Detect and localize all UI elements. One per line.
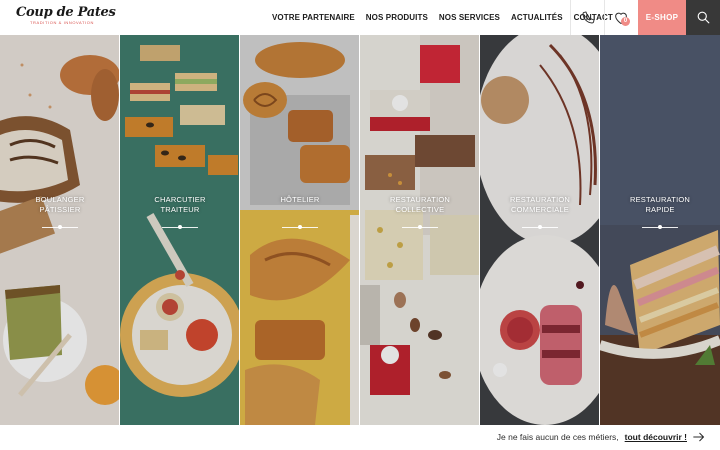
arrow-right-icon[interactable] — [693, 432, 705, 442]
panel-divider-dot — [58, 225, 62, 229]
panel-divider-dot — [298, 225, 302, 229]
panel-divider-dot — [178, 225, 182, 229]
panel-overlay — [240, 35, 359, 425]
panel-overlay — [360, 35, 479, 425]
panel-boulanger-patissier[interactable]: BOULANGER PÂTISSIER — [0, 35, 120, 425]
discover-all-row: Je ne fais aucun de ces métiers, tout dé… — [497, 432, 705, 442]
panel-title: RESTAURATION COMMERCIALE — [509, 195, 571, 214]
nav-item-nos-services[interactable]: NOS SERVICES — [439, 13, 500, 22]
panel-restauration-commerciale[interactable]: RESTAURATION COMMERCIALE — [480, 35, 600, 425]
main-nav: VOTRE PARTENAIRE NOS PRODUITS NOS SERVIC… — [272, 0, 613, 35]
panel-hotelier[interactable]: HÔTELIER — [240, 35, 360, 425]
panel-charcutier-traiteur[interactable]: CHARCUTIER TRAITEUR — [120, 35, 240, 425]
panel-title: RESTAURATION COLLECTIVE — [389, 195, 451, 214]
panel-restauration-rapide[interactable]: RESTAURATION RAPIDE — [600, 35, 720, 425]
nav-item-nos-produits[interactable]: NOS PRODUITS — [366, 13, 428, 22]
nav-item-actualites[interactable]: ACTUALITÉS — [511, 13, 563, 22]
brand-logo[interactable]: Coup de Pates TRADITION & INNOVATION — [16, 5, 116, 30]
logo-wordmark: Coup de Pates — [16, 5, 116, 20]
search-button[interactable] — [686, 0, 720, 35]
panel-divider-dot — [658, 225, 662, 229]
panel-overlay — [0, 35, 119, 425]
panel-overlay — [480, 35, 599, 425]
nav-item-votre-partenaire[interactable]: VOTRE PARTENAIRE — [272, 13, 355, 22]
panel-title: BOULANGER PÂTISSIER — [35, 195, 85, 214]
logo-tagline: TRADITION & INNOVATION — [30, 20, 94, 25]
profession-panels: BOULANGER PÂTISSIER CHARCUTIER TRAITEUR — [0, 35, 720, 425]
panel-divider-dot — [418, 225, 422, 229]
discover-all-link[interactable]: tout découvrir ! — [625, 432, 687, 442]
search-icon — [697, 11, 709, 24]
panel-title: RESTAURATION RAPIDE — [629, 195, 691, 214]
cart-count-badge: 0 — [621, 17, 630, 26]
panel-overlay — [120, 35, 239, 425]
panel-restauration-collective[interactable]: RESTAURATION COLLECTIVE — [360, 35, 480, 425]
site-header: Coup de Pates TRADITION & INNOVATION VOT… — [0, 0, 720, 35]
phone-icon — [582, 11, 594, 23]
panel-divider-dot — [538, 225, 542, 229]
discover-prompt-text: Je ne fais aucun de ces métiers, — [496, 432, 619, 442]
eshop-button[interactable]: E-SHOP — [638, 0, 686, 35]
panel-overlay — [600, 35, 720, 425]
favorites-button[interactable] — [604, 0, 638, 35]
panel-title: CHARCUTIER TRAITEUR — [154, 195, 206, 214]
page-footer: Je ne fais aucun de ces métiers, tout dé… — [0, 425, 720, 450]
panel-title: HÔTELIER — [280, 195, 320, 204]
phone-button[interactable] — [571, 0, 604, 35]
